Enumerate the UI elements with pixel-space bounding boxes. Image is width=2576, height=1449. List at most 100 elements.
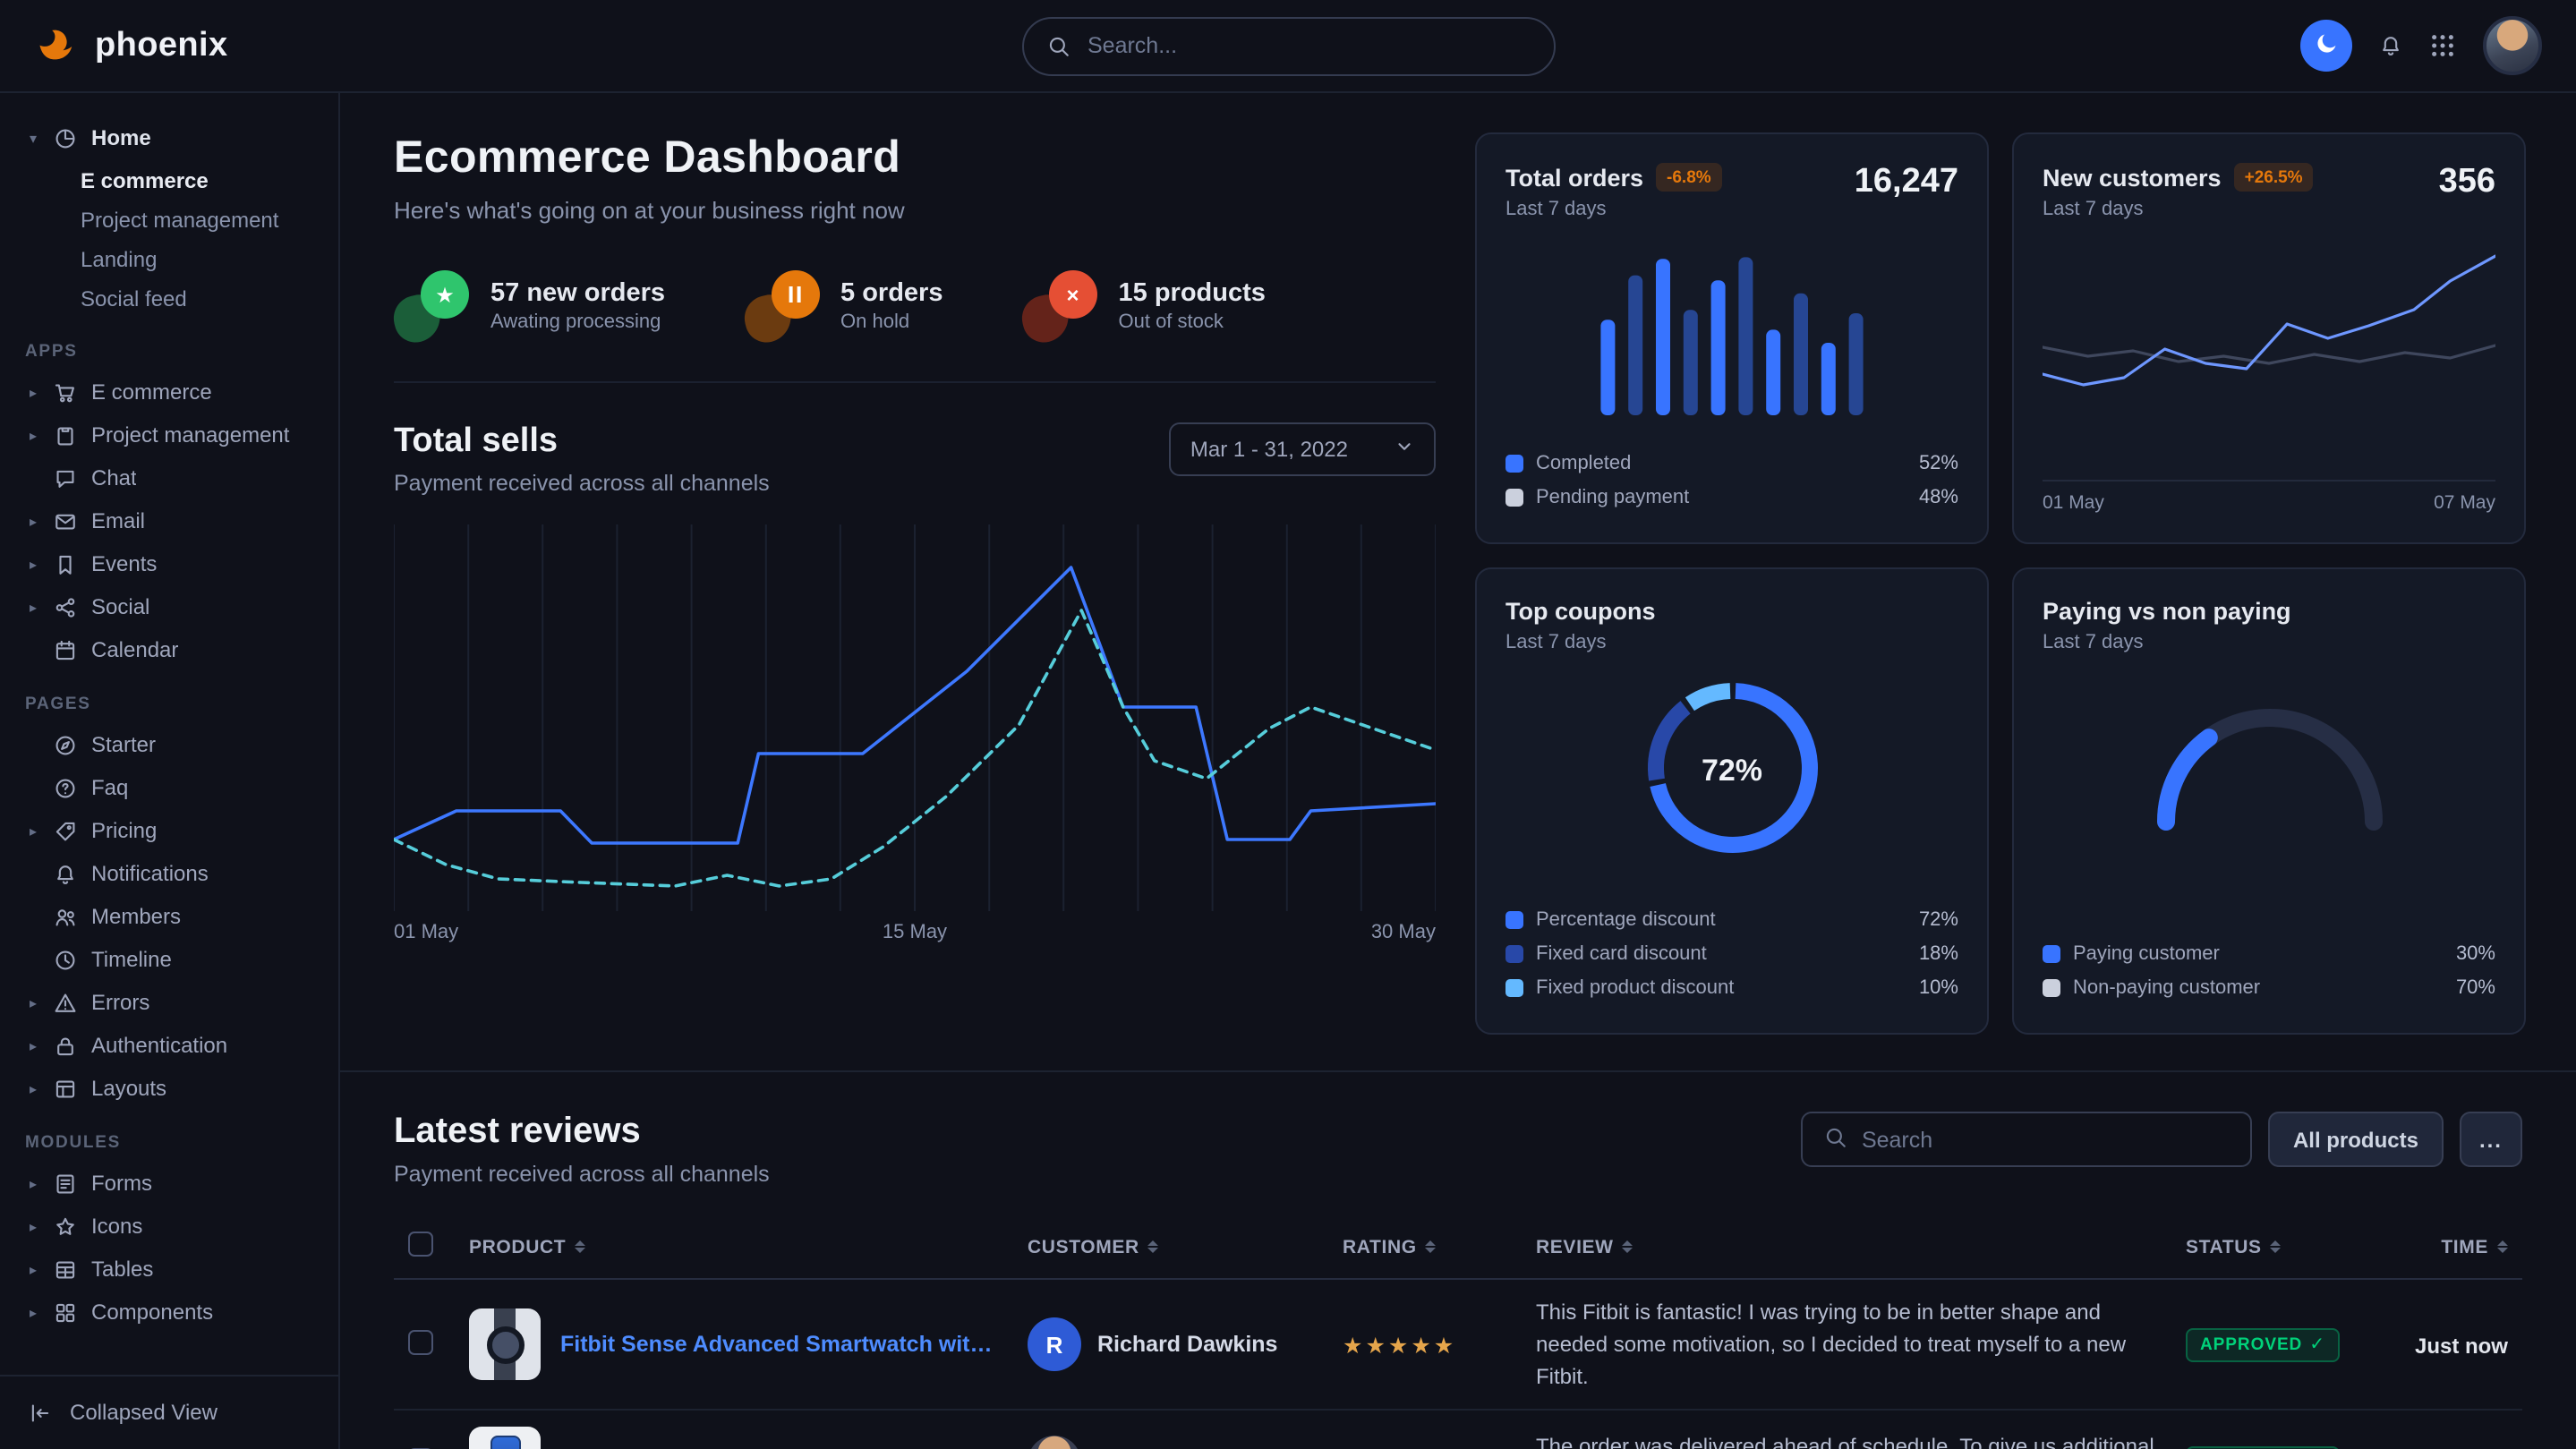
card-period: Last 7 days: [2043, 632, 2495, 653]
bookmark-icon: [54, 552, 79, 575]
sidebar-item-starter[interactable]: Starter: [25, 723, 324, 766]
product-link[interactable]: Fitbit Sense Advanced Smartwatch with To…: [560, 1332, 999, 1357]
reviews-search[interactable]: [1801, 1112, 2252, 1167]
sidebar-item-forms[interactable]: ▸Forms: [25, 1162, 324, 1205]
legend-item: Non-paying customer70%: [2043, 970, 2495, 1004]
card-title: Paying vs non paying: [2043, 598, 2291, 625]
star-icon: ★: [421, 270, 469, 319]
sidebar-item-label: Timeline: [91, 947, 172, 972]
x-label: 30 May: [1371, 922, 1436, 943]
card-period: Last 7 days: [1506, 632, 1958, 653]
sidebar-subitem-social-feed[interactable]: Social feed: [25, 279, 324, 319]
form-icon: [54, 1172, 79, 1195]
sidebar-item-email[interactable]: ▸Email: [25, 499, 324, 542]
question-icon: [54, 776, 79, 799]
x-label: 15 May: [883, 922, 947, 943]
sort-icon: [1623, 1240, 1633, 1254]
sidebar-item-notifications[interactable]: Notifications: [25, 852, 324, 895]
sidebar-item-chat[interactable]: Chat: [25, 456, 324, 499]
collapsed-view-toggle[interactable]: Collapsed View: [0, 1374, 338, 1449]
collapse-icon: [29, 1401, 54, 1424]
sidebar-item-calendar[interactable]: Calendar: [25, 628, 324, 671]
sidebar-item-label: Social: [91, 594, 149, 619]
legend-item: Fixed product discount10%: [1506, 970, 1958, 1004]
select-all-checkbox[interactable]: [408, 1232, 433, 1257]
sidebar-item-project-management[interactable]: ▸Project management: [25, 413, 324, 456]
sidebar-item-pricing[interactable]: ▸Pricing: [25, 809, 324, 852]
sidebar-item-label: Starter: [91, 732, 156, 757]
sidebar-section-apps: APPS: [25, 342, 324, 362]
page-subtitle: Here's what's going on at your business …: [394, 197, 1436, 224]
legend-swatch: [2043, 944, 2060, 962]
sidebar-item-icons[interactable]: ▸Icons: [25, 1205, 324, 1248]
chevron-right-icon: ▸: [25, 427, 41, 443]
mail-icon: [54, 509, 79, 533]
chevron-right-icon: ▸: [25, 1080, 41, 1096]
legend-label: Fixed card discount: [1536, 942, 1707, 964]
review-text: This Fitbit is fantastic! I was trying t…: [1536, 1296, 2157, 1393]
sidebar-item-home[interactable]: ▾ Home: [25, 115, 324, 161]
components-icon: [54, 1300, 79, 1324]
sidebar-item-authentication[interactable]: ▸Authentication: [25, 1024, 324, 1067]
column-header-customer[interactable]: CUSTOMER: [1013, 1215, 1328, 1279]
sidebar-item-label: Forms: [91, 1171, 152, 1196]
legend-swatch: [2043, 978, 2060, 996]
sidebar-item-layouts[interactable]: ▸Layouts: [25, 1067, 324, 1110]
sidebar-subitem-landing[interactable]: Landing: [25, 240, 324, 279]
sidebar-item-faq[interactable]: Faq: [25, 766, 324, 809]
stats-row: ★57 new ordersAwating processing5 orders…: [394, 270, 1436, 383]
column-header-time[interactable]: TIME: [2379, 1215, 2522, 1279]
sidebar-item-label: Chat: [91, 465, 137, 490]
user-avatar[interactable]: [2483, 16, 2542, 75]
reviews-table-body: Fitbit Sense Advanced Smartwatch with To…: [394, 1279, 2522, 1449]
x-label: 01 May: [394, 922, 458, 943]
theme-toggle-button[interactable]: [2300, 20, 2352, 72]
sidebar-sections: APPS ▸E commerce▸Project management Chat ▸E…: [25, 342, 324, 1334]
row-checkbox[interactable]: [408, 1329, 433, 1354]
moon-icon: [2314, 30, 2339, 61]
sidebar-subitem-project-management[interactable]: Project management: [25, 200, 324, 240]
card-title: Top coupons: [1506, 598, 1656, 625]
sidebar-item-components[interactable]: ▸Components: [25, 1291, 324, 1334]
reviews-header-row: PRODUCTCUSTOMERRATINGREVIEWSTATUSTIME: [394, 1215, 2522, 1279]
new-customers-value: 356: [2439, 163, 2495, 202]
sidebar-subitem-e-commerce[interactable]: E commerce: [25, 161, 324, 200]
column-header-review[interactable]: REVIEW: [1522, 1215, 2171, 1279]
users-icon: [54, 905, 79, 928]
column-header-rating[interactable]: RATING: [1328, 1215, 1522, 1279]
stat-icon-star: ★: [394, 270, 469, 342]
sidebar-item-timeline[interactable]: Timeline: [25, 938, 324, 981]
date-range-value: Mar 1 - 31, 2022: [1190, 437, 1348, 462]
sidebar-item-social[interactable]: ▸Social: [25, 585, 324, 628]
date-range-select[interactable]: Mar 1 - 31, 2022: [1169, 422, 1436, 476]
x-icon: ×: [1049, 270, 1097, 319]
chevron-right-icon: ▸: [25, 556, 41, 572]
sidebar-item-tables[interactable]: ▸Tables: [25, 1248, 324, 1291]
legend-value: 10%: [1919, 976, 1958, 998]
global-search-input[interactable]: [1088, 33, 1530, 58]
sidebar-item-e-commerce[interactable]: ▸E commerce: [25, 371, 324, 413]
card-title: Total orders: [1506, 164, 1643, 191]
notifications-bell-icon[interactable]: [2379, 34, 2402, 57]
apps-grid-icon[interactable]: [2429, 32, 2456, 59]
total-sells-x-axis: 01 May 15 May 30 May: [394, 922, 1436, 943]
more-options-button[interactable]: ...: [2460, 1112, 2522, 1167]
lock-icon: [54, 1034, 79, 1057]
navbar-actions: [2300, 16, 2542, 75]
total-orders-legend: Completed52%Pending payment48%: [1506, 446, 1958, 514]
caret-down-icon: ▾: [25, 130, 41, 146]
brand[interactable]: phoenix: [34, 20, 228, 72]
global-search[interactable]: [1021, 16, 1555, 75]
sidebar-item-errors[interactable]: ▸Errors: [25, 981, 324, 1024]
all-products-button[interactable]: All products: [2268, 1112, 2444, 1167]
column-header-status[interactable]: STATUS: [2171, 1215, 2379, 1279]
chevron-right-icon: ▸: [25, 1261, 41, 1277]
sidebar-item-events[interactable]: ▸Events: [25, 542, 324, 585]
share-icon: [54, 595, 79, 618]
card-title: New customers: [2043, 164, 2222, 191]
table-row: iPhone 13 pro max-Pacific Blue-128GB sto…: [394, 1410, 2522, 1449]
reviews-search-input[interactable]: [1862, 1127, 2229, 1152]
total-orders-value: 16,247: [1855, 163, 1958, 202]
sidebar-item-members[interactable]: Members: [25, 895, 324, 938]
column-header-product[interactable]: PRODUCT: [455, 1215, 1013, 1279]
